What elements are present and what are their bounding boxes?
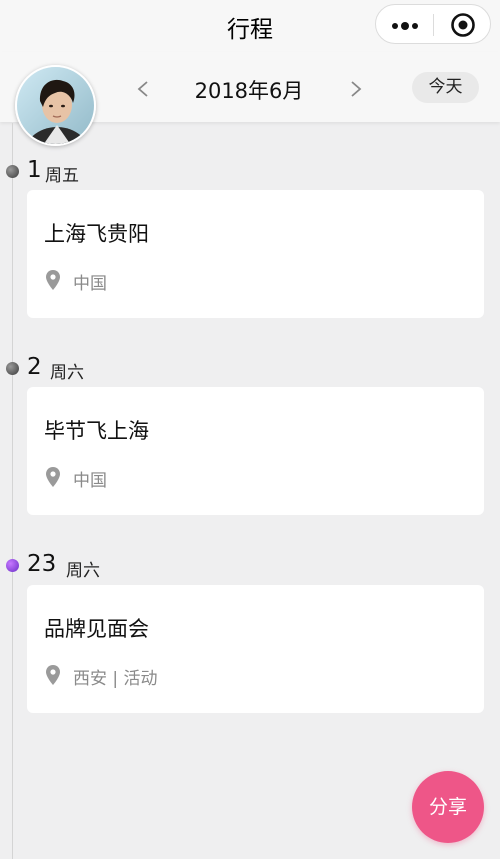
chevron-left-icon[interactable] [136, 80, 150, 102]
timeline-dot-active [6, 559, 19, 572]
timeline-dot [6, 362, 19, 375]
day-weekday: 周五 [45, 166, 79, 186]
day-number: 2 [27, 354, 42, 380]
share-button[interactable]: 分享 [412, 771, 484, 843]
day-number: 1 [27, 157, 42, 183]
event-location: 中国 [73, 471, 107, 491]
timeline-dot [6, 165, 19, 178]
avatar[interactable] [15, 65, 96, 146]
more-icon[interactable] [391, 18, 419, 37]
location-pin-icon [46, 467, 60, 491]
day-weekday: 周六 [50, 363, 84, 383]
target-icon[interactable] [450, 12, 476, 42]
day-number: 23 [27, 551, 57, 577]
event-card[interactable]: 品牌见面会 西安 | 活动 [27, 585, 484, 713]
event-title: 品牌见面会 [44, 617, 149, 641]
event-location: 西安 | 活动 [73, 669, 158, 689]
navigation-bar: 行程 [0, 0, 500, 52]
location-pin-icon [46, 270, 60, 294]
day-weekday: 周六 [66, 561, 100, 581]
capsule-divider [433, 14, 434, 36]
chevron-right-icon[interactable] [349, 80, 363, 102]
today-button[interactable]: 今天 [412, 72, 479, 103]
event-card[interactable]: 上海飞贵阳 中国 [27, 190, 484, 318]
timeline-line [12, 123, 13, 859]
location-pin-icon [46, 665, 60, 689]
event-title: 上海飞贵阳 [44, 222, 149, 246]
event-card[interactable]: 毕节飞上海 中国 [27, 387, 484, 515]
event-location: 中国 [73, 274, 107, 294]
event-title: 毕节飞上海 [44, 419, 149, 443]
mini-program-capsule [375, 4, 491, 44]
month-label: 2018年6月 [194, 79, 304, 103]
